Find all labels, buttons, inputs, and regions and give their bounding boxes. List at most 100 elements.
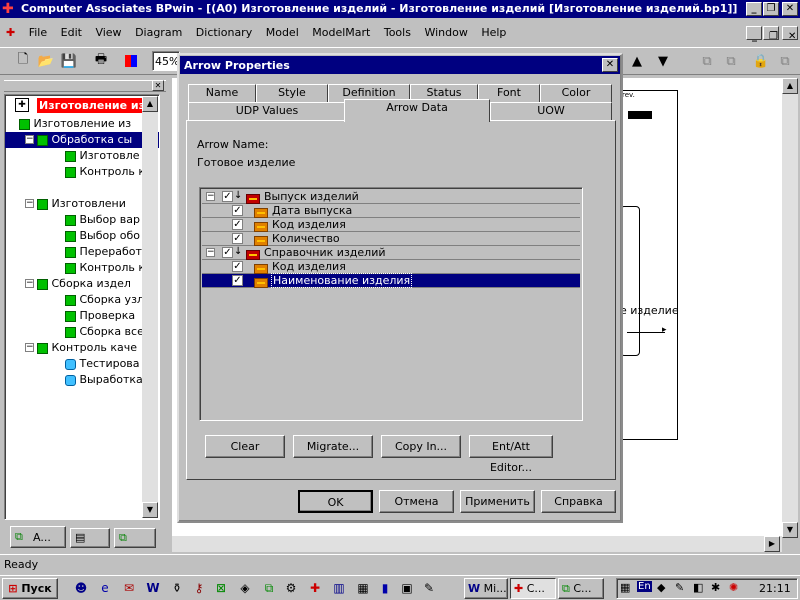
print-icon[interactable]: 🖶 <box>90 50 112 72</box>
canvas-vscrollbar[interactable]: ▲ ▼ <box>782 78 798 538</box>
notepad-icon[interactable]: ✎ <box>420 580 438 596</box>
tree-item[interactable]: Выработка <box>65 372 143 388</box>
arrow-data-tree[interactable]: − ✓ ↓ Выпуск изделий ✓ Дата выпуска ✓ Ко… <box>199 187 583 421</box>
app-icon-6[interactable]: ▣ <box>398 580 416 596</box>
app-icon-4[interactable]: ⚙ <box>282 580 300 596</box>
bpwin-quick-icon[interactable]: ✚ <box>306 580 324 596</box>
data-tree-row[interactable]: − ✓ ↓ Справочник изделий <box>202 246 580 260</box>
tab-style[interactable]: Style <box>256 84 328 102</box>
tree-item[interactable]: Контроль к <box>65 164 145 180</box>
ent-att-editor-button[interactable]: Ent/Att Editor... <box>469 435 553 474</box>
menu-doc-icon[interactable]: ✚ <box>0 23 20 43</box>
canvas-scroll-down-icon[interactable]: ▼ <box>782 522 798 538</box>
menu-tools[interactable]: Tools <box>379 23 416 43</box>
attribute-checkbox[interactable]: ✓ <box>232 219 243 230</box>
doc-close-button[interactable]: ✕ <box>782 26 798 42</box>
minimize-button[interactable]: _ <box>746 2 762 16</box>
doc-restore-button[interactable]: ❐ <box>763 26 779 42</box>
doc-minimize-button[interactable]: _ <box>746 26 762 42</box>
taskbar-task-other[interactable]: ⧉ C... <box>558 578 604 599</box>
app-icon-2[interactable]: ◈ <box>236 580 254 596</box>
quicklaunch-icon[interactable]: ☻ <box>72 580 90 596</box>
menu-file[interactable]: File <box>24 23 52 43</box>
ok-button[interactable]: OK <box>298 490 373 513</box>
outlook-icon[interactable]: ✉ <box>120 580 138 596</box>
zoom-field[interactable]: 45% <box>152 51 180 71</box>
tab-color[interactable]: Color <box>540 84 612 102</box>
tree-item[interactable]: Изготовление из <box>19 116 131 132</box>
collapse-icon[interactable]: − <box>206 248 215 257</box>
arrow-down-icon[interactable]: ▼ <box>652 50 674 72</box>
tree-item[interactable]: Переработ <box>65 244 142 260</box>
tray-icon-3[interactable]: ✎ <box>675 581 684 594</box>
tray-icon-2[interactable]: ◆ <box>657 581 665 594</box>
tree-item[interactable]: Обработка сы <box>37 132 132 148</box>
toolbar-icon-3[interactable]: ⧉ <box>774 50 796 72</box>
data-tree-row[interactable]: ✓ Дата выпуска <box>202 204 580 218</box>
tab-udp-values[interactable]: UDP Values <box>188 102 346 120</box>
tab-uow[interactable]: UOW <box>490 102 612 120</box>
root-node[interactable]: Изготовление изд <box>37 98 156 113</box>
tray-icon-4[interactable]: ◧ <box>693 581 703 594</box>
chart-icon[interactable]: ▥ <box>330 580 348 596</box>
collapse-icon[interactable]: − <box>25 279 34 288</box>
tree-item[interactable]: Выбор вар <box>65 212 140 228</box>
menu-help[interactable]: Help <box>476 23 511 43</box>
color-icon[interactable] <box>120 50 142 72</box>
language-indicator[interactable]: En <box>637 581 652 592</box>
new-file-icon[interactable]: 🗋 <box>12 50 34 72</box>
data-tree-row[interactable]: ✓ Код изделия <box>202 218 580 232</box>
collapse-icon[interactable]: − <box>206 192 215 201</box>
canvas-hscrollbar[interactable]: ▶ <box>172 536 782 552</box>
cancel-button[interactable]: Отмена <box>379 490 454 513</box>
menu-edit[interactable]: Edit <box>56 23 87 43</box>
explorer-close-button[interactable]: ✕ <box>152 80 164 91</box>
attribute-checkbox[interactable]: ✓ <box>232 275 243 286</box>
copy-in-button[interactable]: Copy In... <box>381 435 461 458</box>
attribute-checkbox[interactable]: ✓ <box>232 233 243 244</box>
book-icon[interactable]: ▮ <box>376 580 394 596</box>
taskbar-task-word[interactable]: W Mi... <box>464 578 508 599</box>
migrate-button[interactable]: Migrate... <box>293 435 373 458</box>
canvas-scroll-right-icon[interactable]: ▶ <box>764 536 780 552</box>
data-tree-row[interactable]: − ✓ ↓ Выпуск изделий <box>202 190 580 204</box>
collapse-icon[interactable]: − <box>25 343 34 352</box>
explorer-scrollbar[interactable]: ▲ ▼ <box>142 96 158 518</box>
close-button[interactable]: ✕ <box>782 2 798 16</box>
tree-item[interactable]: Сборка все <box>65 324 144 340</box>
menu-window[interactable]: Window <box>419 23 472 43</box>
collapse-icon[interactable]: − <box>25 135 34 144</box>
taskbar-task-bpwin[interactable]: ✚ C... <box>510 578 556 599</box>
access-icon[interactable]: ⚷ <box>190 580 208 596</box>
menu-view[interactable]: View <box>90 23 126 43</box>
open-folder-icon[interactable]: 📂 <box>35 50 57 72</box>
scroll-up-icon[interactable]: ▲ <box>142 96 158 112</box>
apply-button[interactable]: Применить <box>460 490 535 513</box>
tab-name[interactable]: Name <box>188 84 256 102</box>
dialog-close-button[interactable]: ✕ <box>602 58 618 72</box>
tree-item[interactable]: Сборка узл <box>65 292 144 308</box>
attribute-checkbox[interactable]: ✓ <box>232 205 243 216</box>
data-tree-row[interactable]: ✓ Код изделия <box>202 260 580 274</box>
help-button[interactable]: Справка <box>541 490 616 513</box>
menu-dictionary[interactable]: Dictionary <box>191 23 257 43</box>
explorer-tab-diagrams[interactable]: ▤ <box>70 528 110 548</box>
lock-icon[interactable]: 🔒 <box>750 50 772 72</box>
attribute-checkbox[interactable]: ✓ <box>232 261 243 272</box>
canvas-scroll-up-icon[interactable]: ▲ <box>782 78 798 94</box>
clear-button[interactable]: Clear <box>205 435 285 458</box>
word-icon[interactable]: W <box>144 580 162 596</box>
tray-icon-1[interactable]: ▦ <box>620 581 630 594</box>
restore-button[interactable]: ❐ <box>763 2 779 16</box>
app-icon-1[interactable]: ⚱ <box>168 580 186 596</box>
tree-item[interactable]: Изготовле <box>65 148 140 164</box>
excel-icon[interactable]: ⊠ <box>212 580 230 596</box>
app-icon-5[interactable]: ▦ <box>354 580 372 596</box>
save-icon[interactable]: 💾 <box>58 50 80 72</box>
data-tree-row-selected[interactable]: ✓ Наименование изделия <box>202 273 580 288</box>
toolbar-icon-2[interactable]: ⧉ <box>720 50 742 72</box>
explorer-tab-activities[interactable]: ⧉ A... <box>10 526 66 548</box>
tree-item[interactable]: Сборка издел <box>37 276 131 292</box>
tree-item[interactable]: Тестирова <box>65 356 140 372</box>
data-tree-row[interactable]: ✓ Количество <box>202 232 580 246</box>
